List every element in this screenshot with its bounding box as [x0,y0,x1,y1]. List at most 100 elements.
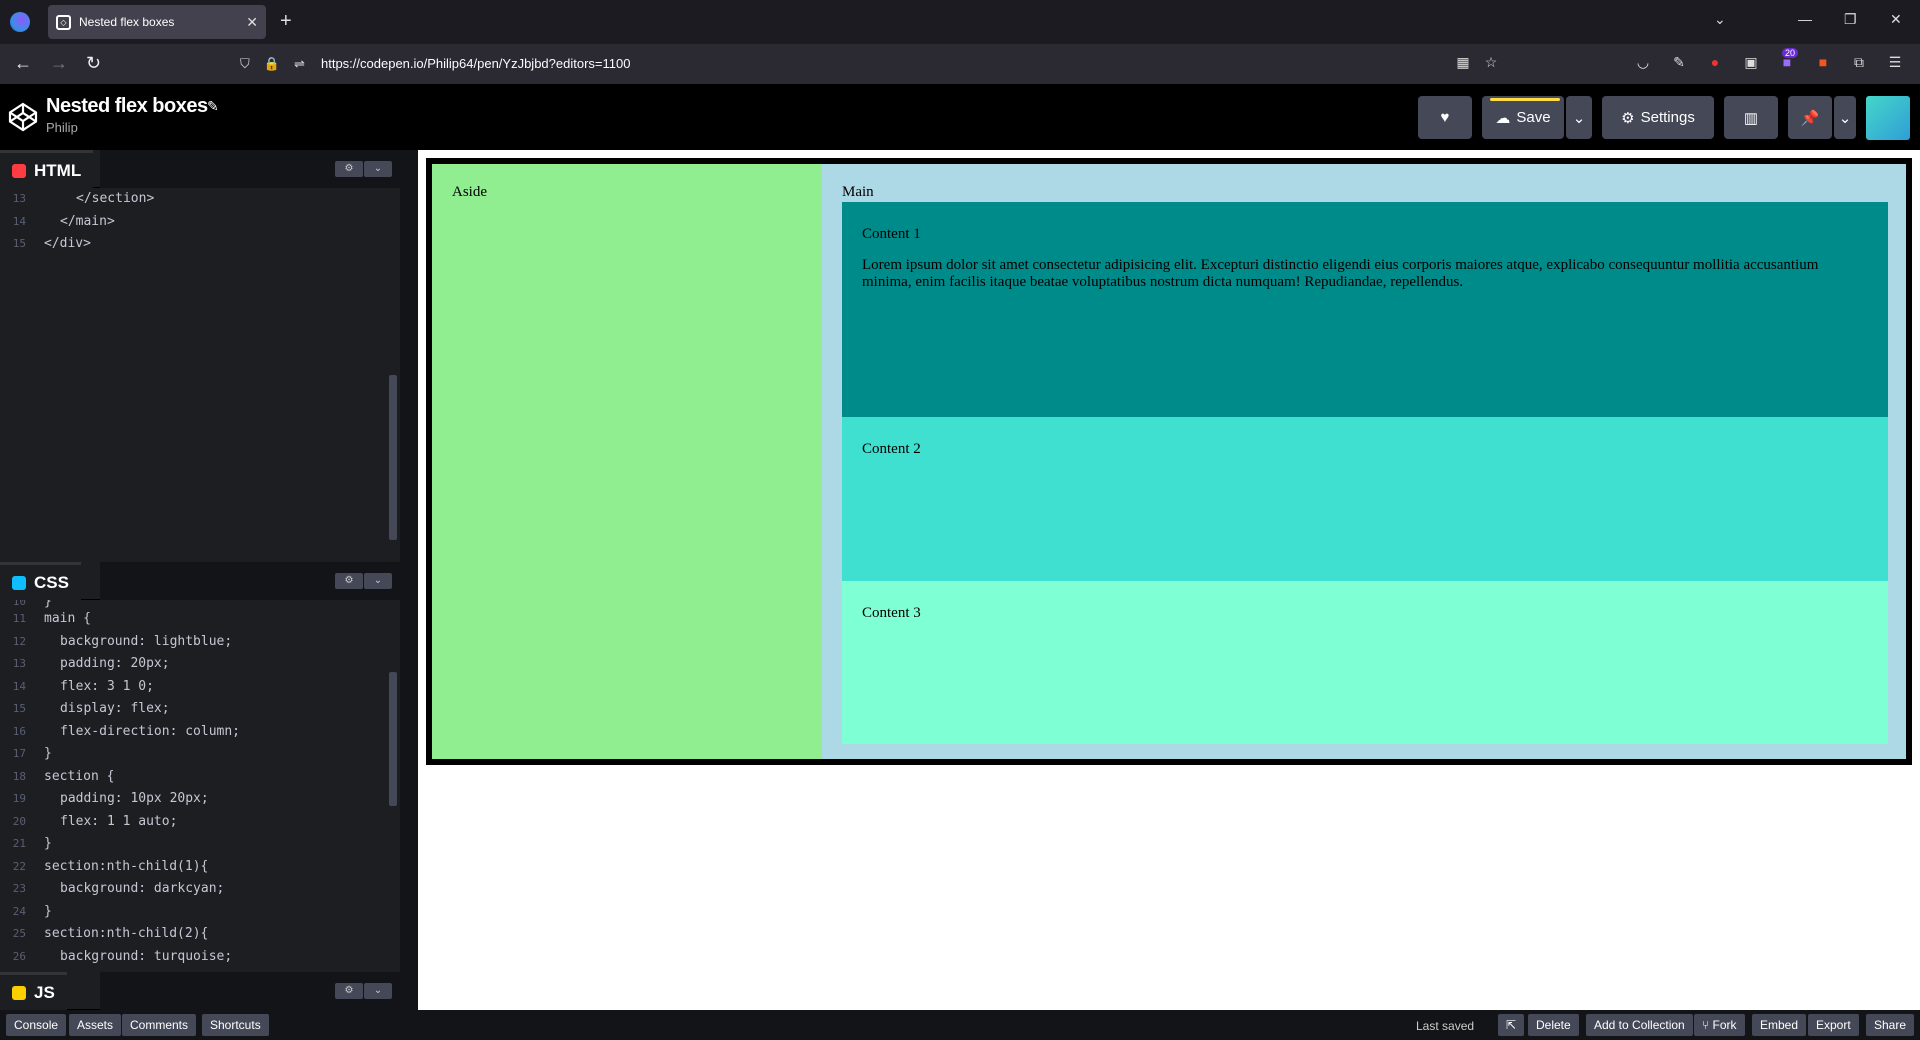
line-number: 13 [12,192,26,205]
layout-icon: ▥ [1743,109,1759,127]
export-button[interactable]: Export [1808,1014,1859,1036]
code-line: } [44,746,52,761]
restore-icon[interactable]: ❐ [1844,11,1857,28]
main-label: Main [842,184,874,200]
html-settings-gear-icon[interactable]: ⚙ [335,161,363,177]
settings-button[interactable]: ⚙ Settings [1602,96,1714,139]
tab-list-chevron-icon[interactable]: ⌄ [1714,11,1726,28]
line-number: 22 [12,859,26,873]
window-close-icon[interactable]: ✕ [1890,11,1902,28]
css-collapse-chevron-icon[interactable]: ⌄ [364,573,392,589]
unsaved-indicator [1490,98,1560,101]
editor-resize-handle[interactable] [400,150,418,1010]
line-number: 15 [12,237,26,250]
html-code-area[interactable]: 13 </section> 14 </main> 15 </div> [0,188,400,562]
reload-icon[interactable]: ↻ [86,53,101,74]
code-line: background: turquoise; [60,948,233,964]
line-number: 26 [12,949,26,963]
embed-button[interactable]: Embed [1752,1014,1807,1036]
css-editor-tab[interactable]: CSS [0,562,81,600]
css-settings-gear-icon[interactable]: ⚙ [335,573,363,589]
main-box: Main Content 1 Lorem ipsum dolor sit ame… [822,164,1906,759]
pin-button[interactable]: 📌 [1788,96,1832,139]
back-icon[interactable]: ← [14,53,32,74]
line-number: 13 [12,657,26,670]
line-number: 18 [12,769,26,783]
minimize-icon[interactable]: — [1798,11,1812,27]
layout-button[interactable]: ▥ [1724,96,1778,139]
extensions-puzzle-icon[interactable]: ⧉ [1850,54,1868,72]
pen-owner[interactable]: Philip [46,120,78,135]
pin-options-button[interactable]: ⌄ [1834,96,1856,139]
code-line: padding: 10px 20px; [60,791,209,806]
menu-hamburger-icon[interactable]: ☰ [1886,54,1904,72]
codepen-footer: Console Assets Comments Shortcuts Last s… [0,1010,1920,1040]
chevron-down-icon: ⌄ [1572,109,1586,127]
line-number: 14 [12,214,26,228]
aside-label: Aside [452,184,487,200]
css-scrollbar[interactable] [389,672,397,806]
line-number: 11 [12,612,26,625]
wrench-icon[interactable]: ✎ [1670,54,1688,72]
line-number: 12 [12,634,26,648]
url-security-icons: ⛉ 🔒 ⇌ [240,56,305,72]
extension-orange-icon[interactable]: ■ [1814,54,1832,72]
shortcuts-button[interactable]: Shortcuts [202,1014,269,1036]
js-lang-icon [12,985,26,1000]
codepen-favicon-icon: ◇ [56,14,71,30]
comments-button[interactable]: Comments [122,1014,197,1036]
browser-tab[interactable]: ◇ Nested flex boxes ✕ [48,5,266,39]
url-bar[interactable]: https://codepen.io/Philip64/pen/YzJbjbd?… [321,56,630,71]
love-button[interactable]: ♥ [1418,96,1472,139]
new-tab-icon[interactable]: + [280,10,292,33]
extension-screen-icon[interactable]: ▣ [1742,54,1760,72]
js-editor-label: JS [34,982,55,1002]
codepen-logo-icon[interactable] [8,102,38,132]
user-avatar[interactable] [1866,96,1910,140]
pocket-icon[interactable]: ◡ [1634,54,1652,72]
save-button[interactable]: ☁ Save [1482,96,1564,139]
save-label: Save [1516,109,1551,126]
line-number: 15 [12,702,26,715]
pen-title[interactable]: Nested flex boxes [46,95,208,118]
html-editor-tab[interactable]: HTML [0,150,94,188]
line-number: 14 [12,679,26,693]
lock-icon[interactable]: 🔒 [264,56,280,72]
code-line: } [44,836,52,851]
settings-label: Settings [1640,109,1695,126]
pin-icon: 📌 [1800,109,1820,127]
line-number: 25 [12,927,26,940]
assets-button[interactable]: Assets [69,1014,122,1036]
js-editor-header: JS ⚙ ⌄ [0,972,400,1010]
edit-title-pencil-icon[interactable]: ✎ [207,98,219,115]
js-collapse-chevron-icon[interactable]: ⌄ [364,983,392,999]
open-external-icon[interactable]: ⇱ [1498,1014,1525,1036]
qr-icon[interactable]: ▦ [1454,54,1472,72]
save-options-button[interactable]: ⌄ [1566,96,1592,139]
fork-button[interactable]: ⑂ Fork [1694,1014,1745,1036]
html-scrollbar[interactable] [389,375,397,540]
console-button[interactable]: Console [6,1014,67,1036]
fork-icon: ⑂ [1702,1018,1713,1032]
code-line: display: flex; [60,701,170,716]
code-line: </main> [60,213,115,229]
share-button[interactable]: Share [1866,1014,1915,1036]
css-editor-header: CSS ⚙ ⌄ [0,562,400,600]
js-settings-gear-icon[interactable]: ⚙ [335,983,363,999]
html-collapse-chevron-icon[interactable]: ⌄ [364,161,392,177]
html-editor-label: HTML [34,160,82,180]
permissions-icon[interactable]: ⇌ [294,56,305,72]
bookmark-star-icon[interactable]: ☆ [1482,54,1500,72]
html-editor-header: HTML ⚙ ⌄ [0,150,400,188]
delete-button[interactable]: Delete [1528,1014,1579,1036]
shield-icon[interactable]: ⛉ [240,56,250,72]
codepen-header: Nested flex boxes ✎ Philip ♥ ☁ Save ⌄ ⚙ … [0,84,1920,150]
add-to-collection-button[interactable]: Add to Collection [1586,1014,1693,1036]
content-1-title: Content 1 [862,226,921,242]
close-tab-icon[interactable]: ✕ [246,14,258,31]
forward-icon[interactable]: → [50,53,68,74]
extension-red-icon[interactable]: ● [1706,54,1724,72]
line-number: 17 [12,747,26,760]
css-code-area[interactable]: 10} 11 main { 12 background: lightblue; 13… [0,600,400,980]
js-editor-tab[interactable]: JS [0,972,67,1010]
